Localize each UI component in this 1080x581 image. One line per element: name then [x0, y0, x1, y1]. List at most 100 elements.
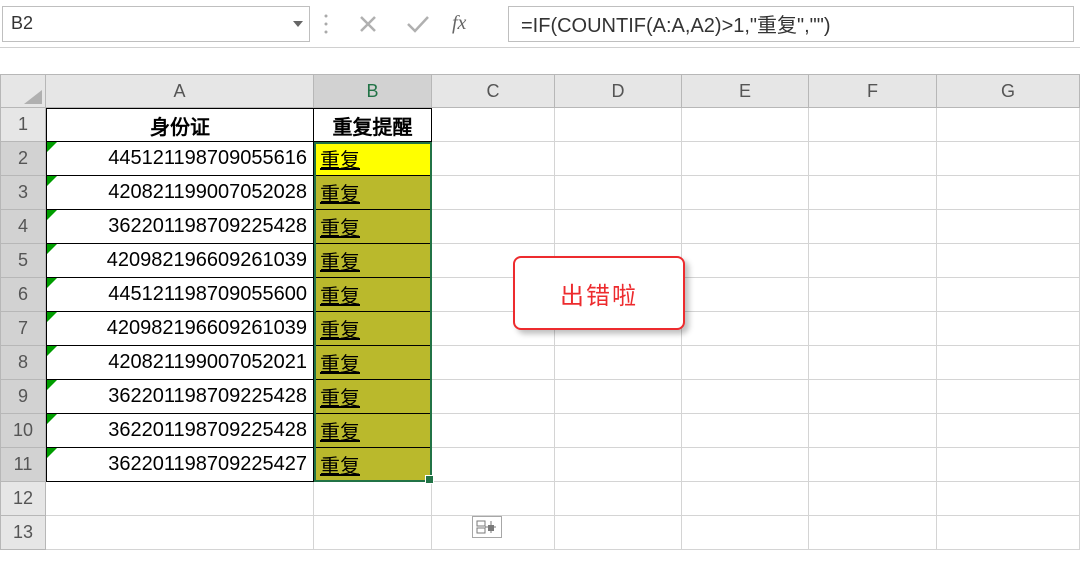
cell[interactable]	[809, 312, 937, 346]
cell[interactable]	[555, 210, 682, 244]
cell[interactable]	[937, 278, 1080, 312]
cell-dup[interactable]: 重复	[314, 210, 432, 244]
col-header-G[interactable]: G	[937, 74, 1080, 108]
cell[interactable]	[937, 142, 1080, 176]
cell[interactable]	[809, 482, 937, 516]
cell[interactable]	[937, 210, 1080, 244]
cell-dup[interactable]: 重复	[314, 380, 432, 414]
cell[interactable]	[682, 108, 809, 142]
cell[interactable]	[682, 142, 809, 176]
cell[interactable]	[937, 414, 1080, 448]
cell[interactable]	[555, 414, 682, 448]
cell[interactable]	[682, 380, 809, 414]
cell-id[interactable]: 420821199007052028	[46, 176, 314, 210]
autofill-options-button[interactable]	[472, 516, 502, 538]
row-header-1[interactable]: 1	[0, 108, 46, 142]
row-header-7[interactable]: 7	[0, 312, 46, 346]
row-header-12[interactable]: 12	[0, 482, 46, 516]
cell[interactable]	[555, 482, 682, 516]
fx-label[interactable]: fx	[452, 12, 498, 35]
row-header-5[interactable]: 5	[0, 244, 46, 278]
col-header-F[interactable]: F	[809, 74, 937, 108]
col-header-C[interactable]: C	[432, 74, 555, 108]
cell[interactable]	[809, 142, 937, 176]
cell[interactable]	[682, 278, 809, 312]
cell[interactable]	[937, 516, 1080, 550]
cell-dup[interactable]: 重复	[314, 278, 432, 312]
cell[interactable]	[809, 244, 937, 278]
cell[interactable]	[809, 210, 937, 244]
cell[interactable]	[809, 176, 937, 210]
cell-dup[interactable]: 重复	[314, 142, 432, 176]
name-box[interactable]: B2	[2, 6, 310, 42]
row-header-13[interactable]: 13	[0, 516, 46, 550]
cell[interactable]	[809, 346, 937, 380]
cell[interactable]	[937, 380, 1080, 414]
formula-input[interactable]: =IF(COUNTIF(A:A,A2)>1,"重复","")	[508, 6, 1074, 42]
cancel-icon[interactable]	[352, 8, 384, 40]
confirm-icon[interactable]	[402, 8, 434, 40]
cell[interactable]	[432, 482, 555, 516]
cell-id[interactable]: 420982196609261039	[46, 312, 314, 346]
cell[interactable]	[432, 414, 555, 448]
cell[interactable]	[432, 346, 555, 380]
cell[interactable]	[809, 516, 937, 550]
row-header-2[interactable]: 2	[0, 142, 46, 176]
row-header-6[interactable]: 6	[0, 278, 46, 312]
cell[interactable]	[432, 380, 555, 414]
row-header-9[interactable]: 9	[0, 380, 46, 414]
cell[interactable]	[46, 482, 314, 516]
cell[interactable]	[937, 448, 1080, 482]
cell[interactable]	[682, 482, 809, 516]
cell[interactable]	[432, 448, 555, 482]
cell[interactable]	[809, 448, 937, 482]
cell[interactable]	[937, 108, 1080, 142]
col-header-E[interactable]: E	[682, 74, 809, 108]
cell-dup[interactable]: 重复	[314, 414, 432, 448]
cell[interactable]	[682, 448, 809, 482]
cell[interactable]	[937, 244, 1080, 278]
cell[interactable]	[809, 278, 937, 312]
cell[interactable]	[937, 346, 1080, 380]
row-header-11[interactable]: 11	[0, 448, 46, 482]
header-cell-id[interactable]: 身份证	[46, 108, 314, 142]
cell[interactable]	[937, 482, 1080, 516]
cell[interactable]	[555, 142, 682, 176]
cell-id[interactable]: 362201198709225428	[46, 210, 314, 244]
split-handle-icon[interactable]	[310, 13, 342, 35]
cell[interactable]	[46, 516, 314, 550]
select-all-corner[interactable]	[0, 74, 46, 108]
col-header-A[interactable]: A	[46, 74, 314, 108]
cell[interactable]	[555, 108, 682, 142]
cell[interactable]	[555, 380, 682, 414]
chevron-down-icon[interactable]	[293, 21, 303, 27]
col-header-B[interactable]: B	[314, 74, 432, 108]
cell[interactable]	[432, 176, 555, 210]
cell-dup[interactable]: 重复	[314, 312, 432, 346]
cell[interactable]	[809, 414, 937, 448]
cell[interactable]	[682, 244, 809, 278]
cell-id[interactable]: 362201198709225428	[46, 380, 314, 414]
cell[interactable]	[555, 516, 682, 550]
cell[interactable]	[314, 482, 432, 516]
cell[interactable]	[682, 346, 809, 380]
cell-dup[interactable]: 重复	[314, 346, 432, 380]
cell-dup[interactable]: 重复	[314, 448, 432, 482]
cell[interactable]	[809, 380, 937, 414]
row-header-10[interactable]: 10	[0, 414, 46, 448]
cell[interactable]	[555, 448, 682, 482]
cell[interactable]	[937, 176, 1080, 210]
cell[interactable]	[809, 108, 937, 142]
cell[interactable]	[682, 516, 809, 550]
cell[interactable]	[432, 210, 555, 244]
cell[interactable]	[432, 142, 555, 176]
cell-id[interactable]: 420982196609261039	[46, 244, 314, 278]
cell[interactable]	[432, 108, 555, 142]
cell[interactable]	[555, 346, 682, 380]
cell[interactable]	[682, 312, 809, 346]
cell[interactable]	[314, 516, 432, 550]
header-cell-dup[interactable]: 重复提醒	[314, 108, 432, 142]
cell-id[interactable]: 420821199007052021	[46, 346, 314, 380]
cell[interactable]	[682, 176, 809, 210]
cell[interactable]	[555, 176, 682, 210]
